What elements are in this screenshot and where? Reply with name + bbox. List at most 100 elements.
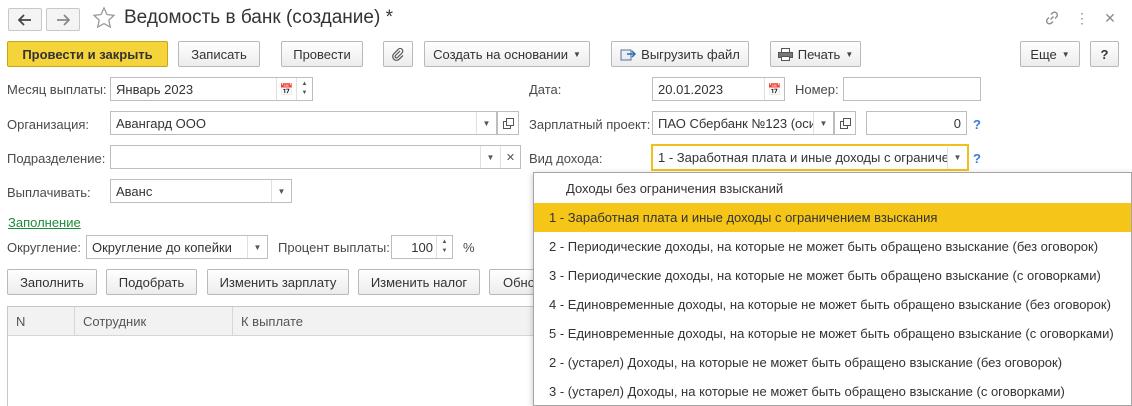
fill-section-link[interactable]: Заполнение [8,215,81,230]
spin-up-icon[interactable]: ▲ [302,80,308,89]
organization-field[interactable]: Авангард ООО ▼ [110,111,497,135]
percent-value: 100 [411,239,433,255]
department-field[interactable]: ▼ ✕ [110,145,521,169]
column-number[interactable]: N [8,307,75,335]
pick-button[interactable]: Подобрать [106,269,197,295]
open-window-icon [839,117,851,129]
rounding-field[interactable]: Округление до копейки ▼ [86,235,268,259]
dropdown-item[interactable]: 4 - Единовременные доходы, на которые не… [534,290,1131,319]
print-button[interactable]: Печать ▼ [770,41,861,67]
open-salary-project-button[interactable] [834,111,856,135]
change-salary-label: Изменить зарплату [219,274,337,290]
chevron-down-icon[interactable]: ▼ [271,180,291,202]
calendar-icon[interactable]: 📅 [764,78,784,100]
salary-project-amount-field[interactable]: 0 [866,111,967,135]
print-label: Печать [797,46,841,62]
spin-buttons[interactable]: ▲ ▼ [436,236,452,258]
save-button[interactable]: Записать [178,41,260,67]
change-tax-label: Изменить налог [370,274,468,290]
save-label: Записать [191,46,247,62]
month-field[interactable]: Январь 2023 📅 ▲ ▼ [110,77,313,101]
organization-label: Организация: [7,117,90,132]
spin-up-icon[interactable]: ▲ [442,238,448,247]
income-type-dropdown[interactable]: Доходы без ограничения взысканий 1 - Зар… [533,172,1132,406]
salary-project-field[interactable]: ПАО Сбербанк №123 (оси ▼ [652,111,834,135]
spin-down-icon[interactable]: ▼ [302,89,308,98]
change-tax-button[interactable]: Изменить налог [358,269,480,295]
organization-value: Авангард ООО [116,115,206,131]
chevron-down-icon[interactable]: ▼ [476,112,496,134]
salary-project-amount: 0 [953,115,961,131]
dropdown-item[interactable]: Доходы без ограничения взысканий [534,174,1131,203]
dropdown-item[interactable]: 2 - Периодические доходы, на которые не … [534,232,1131,261]
pay-field[interactable]: Аванс ▼ [110,179,292,203]
export-file-label: Выгрузить файл [641,46,740,62]
table-header: N Сотрудник К выплате [8,307,566,336]
calendar-icon[interactable]: 📅 [276,78,296,100]
create-based-on-label: Создать на основании [433,46,568,62]
dropdown-item[interactable]: 3 - Периодические доходы, на которые не … [534,261,1131,290]
pay-label: Выплачивать: [7,185,91,200]
chevron-down-icon[interactable]: ▼ [480,146,500,168]
dropdown-item[interactable]: 3 - (устарел) Доходы, на которые не може… [534,377,1131,406]
open-window-icon [502,117,514,129]
pick-label: Подобрать [118,274,185,290]
close-icon[interactable]: ✕ [1100,8,1120,28]
pay-value: Аванс [116,183,153,199]
more-vertical-icon[interactable]: ⋮ [1072,8,1092,28]
back-button[interactable] [8,8,42,31]
fill-label: Заполнить [20,274,84,290]
refresh-label: Обно [503,274,535,290]
paperclip-icon [392,47,404,61]
help-button[interactable]: ? [1090,41,1119,67]
export-icon [620,49,637,61]
open-organization-button[interactable] [497,111,519,135]
percent-label: Процент выплаты: [278,240,390,255]
dropdown-item[interactable]: 2 - (устарел) Доходы, на которые не може… [534,348,1131,377]
dropdown-item-selected[interactable]: 1 - Заработная плата и иные доходы с огр… [534,203,1131,232]
chevron-down-icon[interactable]: ▼ [813,112,833,134]
percent-field[interactable]: 100 ▲ ▼ [391,235,453,259]
date-value: 20.01.2023 [658,81,724,97]
column-employee[interactable]: Сотрудник [75,307,233,335]
change-salary-button[interactable]: Изменить зарплату [207,269,349,295]
date-field[interactable]: 20.01.2023 📅 [652,77,785,101]
number-label: Номер: [795,82,839,97]
chevron-down-icon[interactable]: ▼ [247,236,267,258]
income-type-help-icon[interactable]: ? [973,151,981,166]
salary-project-value: ПАО Сбербанк №123 (оси [658,115,813,131]
caret-down-icon: ▼ [572,49,581,59]
arrow-left-icon [18,13,31,26]
employees-table[interactable]: N Сотрудник К выплате [7,306,567,406]
caret-down-icon: ▼ [1061,49,1070,59]
number-field[interactable] [843,77,981,101]
forward-button[interactable] [46,8,80,31]
attach-button[interactable] [383,41,413,67]
income-type-value: 1 - Заработная плата и иные доходы с огр… [658,150,947,165]
link-icon[interactable] [1042,8,1062,28]
create-based-on-button[interactable]: Создать на основании ▼ [424,41,590,67]
window-title: Ведомость в банк (создание) * [124,7,393,28]
post-button[interactable]: Провести [281,41,363,67]
more-button[interactable]: Еще ▼ [1020,41,1080,67]
post-and-close-label: Провести и закрыть [22,46,153,62]
salary-project-help-icon[interactable]: ? [973,117,981,132]
caret-down-icon: ▼ [845,49,854,59]
post-label: Провести [293,46,351,62]
spin-down-icon[interactable]: ▼ [442,247,448,256]
arrow-right-icon [57,13,70,26]
favorite-star-icon[interactable] [92,6,116,30]
income-type-field[interactable]: 1 - Заработная плата и иные доходы с огр… [651,144,969,171]
post-and-close-button[interactable]: Провести и закрыть [7,41,168,67]
salary-project-label: Зарплатный проект: [529,117,651,132]
printer-icon [777,47,793,61]
export-file-button[interactable]: Выгрузить файл [611,41,749,67]
department-label: Подразделение: [7,151,106,166]
column-to-pay[interactable]: К выплате [233,307,566,335]
dropdown-item[interactable]: 5 - Единовременные доходы, на которые не… [534,319,1131,348]
chevron-down-icon[interactable]: ▼ [947,146,967,169]
percent-unit: % [463,240,475,255]
clear-icon[interactable]: ✕ [500,146,520,168]
fill-button[interactable]: Заполнить [7,269,97,295]
spin-buttons[interactable]: ▲ ▼ [296,78,312,100]
